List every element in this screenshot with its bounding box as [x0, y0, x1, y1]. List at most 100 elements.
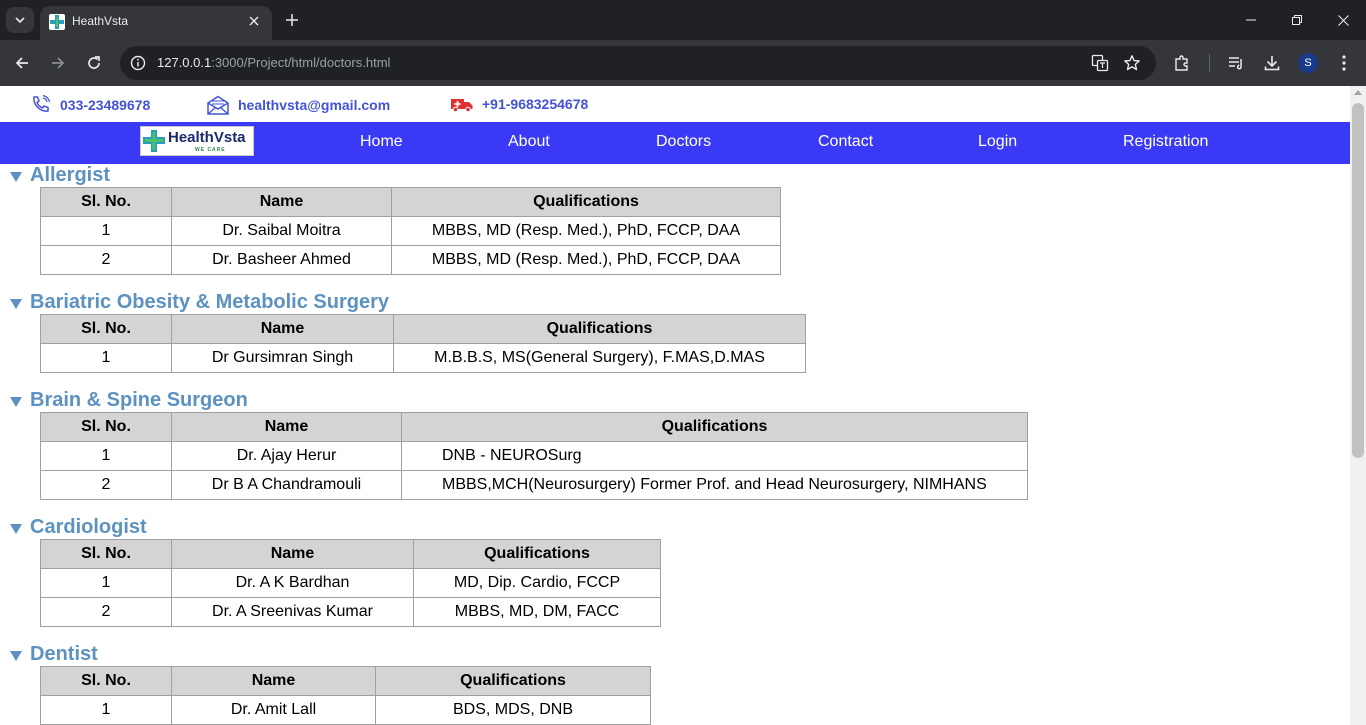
healthvsta-logo[interactable]: HealthVsta WE CARE: [140, 126, 254, 156]
section-toggle-allergist[interactable]: Allergist: [10, 164, 110, 187]
reload-icon: [88, 56, 100, 69]
page-viewport: 033-23489678 healthvsta@gmail.com +91-96…: [0, 86, 1366, 725]
header-qualifications: Qualifications: [401, 412, 1028, 442]
header-sl-no: Sl. No.: [40, 666, 172, 696]
healthvsta-favicon-icon: [49, 14, 65, 30]
toolbar-separator: [1209, 54, 1210, 72]
plus-icon: [286, 14, 298, 26]
cell-qualifications: M.B.B.S, MS(General Surgery), F.MAS,D.MA…: [393, 343, 806, 373]
tab-title: HeathVsta: [72, 14, 129, 28]
doctors-table-brain-spine: Sl. No. Name Qualifications 1 Dr. Ajay H…: [40, 412, 1028, 500]
close-icon: [249, 16, 259, 26]
url-host: 127.0.0.1: [157, 55, 212, 70]
header-sl-no: Sl. No.: [40, 412, 172, 442]
browser-menu-button[interactable]: [1332, 51, 1356, 75]
reload-button[interactable]: [80, 49, 108, 77]
tab-close-button[interactable]: [244, 11, 264, 31]
header-name: Name: [171, 666, 376, 696]
url-text[interactable]: 127.0.0.1:3000/Project/html/doctors.html: [157, 55, 390, 70]
header-qualifications: Qualifications: [393, 314, 806, 344]
nav-about[interactable]: About: [508, 133, 550, 151]
browser-tab-active[interactable]: HeathVsta: [40, 6, 272, 40]
cell-sl-no: 1: [40, 343, 172, 373]
header-qualifications: Qualifications: [375, 666, 651, 696]
bookmark-button[interactable]: [1120, 51, 1144, 75]
nav-home[interactable]: Home: [360, 133, 403, 151]
cell-name: Dr. Ajay Herur: [171, 441, 402, 471]
extensions-button[interactable]: [1170, 51, 1194, 75]
profile-avatar[interactable]: S: [1298, 53, 1318, 73]
header-name: Name: [171, 314, 394, 344]
logo-wordmark: HealthVsta: [168, 129, 246, 146]
contact-bar: 033-23489678 healthvsta@gmail.com +91-96…: [0, 86, 1350, 122]
table-row: 1 Dr. Amit Lall BDS, MDS, DNB: [40, 695, 651, 725]
arrow-right-icon: [52, 57, 65, 69]
close-window-button[interactable]: [1320, 0, 1366, 40]
header-name: Name: [171, 539, 414, 569]
page-scrollbar[interactable]: [1350, 86, 1366, 725]
playlist-icon: [1229, 57, 1242, 70]
cell-qualifications: DNB - NEUROSurg: [401, 441, 1028, 471]
disclosure-triangle-icon: [10, 171, 22, 182]
scrollbar-thumb[interactable]: [1352, 103, 1364, 458]
section-title: Allergist: [30, 164, 111, 186]
cell-sl-no: 1: [40, 441, 172, 471]
address-bar[interactable]: 127.0.0.1:3000/Project/html/doctors.html: [120, 46, 1156, 80]
table-row: 1 Dr. Ajay Herur DNB - NEUROSurg: [40, 441, 1028, 471]
arrow-left-icon: [15, 57, 28, 69]
cell-sl-no: 2: [40, 597, 172, 627]
ambulance-icon: [451, 99, 473, 113]
reading-list-button[interactable]: [1224, 51, 1248, 75]
email-icon: [207, 95, 229, 115]
cell-sl-no: 2: [40, 245, 172, 275]
cell-qualifications: MBBS, MD, DM, FACC: [413, 597, 661, 627]
back-button[interactable]: [8, 49, 36, 77]
cell-name: Dr. Amit Lall: [171, 695, 376, 725]
header-qualifications: Qualifications: [413, 539, 661, 569]
cell-name: Dr Gursimran Singh: [171, 343, 394, 373]
contact-phone: 033-23489678: [30, 95, 150, 115]
section-toggle-bariatric[interactable]: Bariatric Obesity & Metabolic Surgery: [10, 291, 389, 314]
section-toggle-brain-spine[interactable]: Brain & Spine Surgeon: [10, 389, 248, 412]
nav-login[interactable]: Login: [978, 133, 1017, 151]
close-icon: [1337, 14, 1349, 26]
site-navbar: HealthVsta WE CARE Home About Doctors Co…: [0, 122, 1350, 164]
section-title: Brain & Spine Surgeon: [30, 389, 248, 411]
section-title: Bariatric Obesity & Metabolic Surgery: [30, 291, 390, 313]
translate-button[interactable]: [1088, 51, 1112, 75]
cell-name: Dr. A K Bardhan: [171, 568, 414, 598]
browser-toolbar: 127.0.0.1:3000/Project/html/doctors.html…: [0, 40, 1366, 86]
nav-registration[interactable]: Registration: [1123, 133, 1208, 151]
disclosure-triangle-icon: [10, 396, 22, 407]
star-icon: [1124, 55, 1140, 71]
site-info-button[interactable]: [126, 51, 150, 75]
table-row: 1 Dr. A K Bardhan MD, Dip. Cardio, FCCP: [40, 568, 661, 598]
section-toggle-dentist[interactable]: Dentist: [10, 643, 98, 666]
nav-contact[interactable]: Contact: [818, 133, 873, 151]
info-icon: [130, 55, 146, 71]
header-name: Name: [171, 412, 402, 442]
restore-button[interactable]: [1274, 0, 1320, 40]
doctors-table-bariatric: Sl. No. Name Qualifications 1 Dr Gursimr…: [40, 314, 806, 373]
tab-search-button[interactable]: [6, 7, 34, 33]
scroll-up-arrow-icon[interactable]: [1354, 90, 1362, 95]
header-name: Name: [171, 187, 392, 217]
section-toggle-cardiologist[interactable]: Cardiologist: [10, 516, 147, 539]
download-icon: [1264, 56, 1280, 71]
downloads-button[interactable]: [1260, 51, 1284, 75]
browser-tabstrip: HeathVsta: [0, 0, 1366, 40]
minimize-icon: [1246, 19, 1256, 21]
header-sl-no: Sl. No.: [40, 314, 172, 344]
doctors-table-cardiologist: Sl. No. Name Qualifications 1 Dr. A K Ba…: [40, 539, 661, 627]
cell-sl-no: 1: [40, 568, 172, 598]
table-row: 2 Dr B A Chandramouli MBBS,MCH(Neurosurg…: [40, 470, 1028, 500]
section-title: Cardiologist: [30, 516, 147, 538]
section-title: Dentist: [30, 643, 98, 665]
ambulance-number: +91-9683254678: [482, 96, 589, 112]
table-row: 1 Dr Gursimran Singh M.B.B.S, MS(General…: [40, 343, 806, 373]
nav-doctors[interactable]: Doctors: [656, 133, 711, 151]
new-tab-button[interactable]: [280, 8, 304, 32]
minimize-button[interactable]: [1228, 0, 1274, 40]
restore-icon: [1292, 15, 1302, 25]
forward-button[interactable]: [44, 49, 72, 77]
